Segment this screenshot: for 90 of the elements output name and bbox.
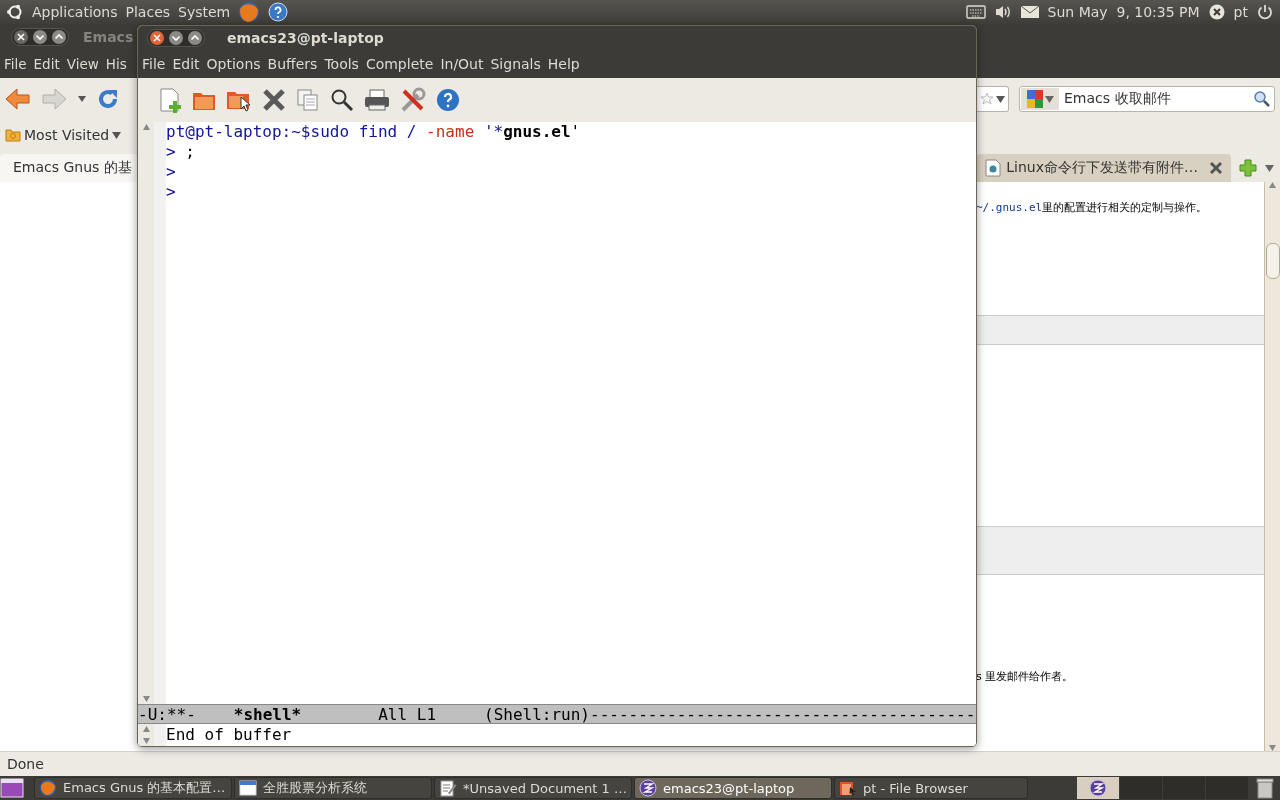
shell-line: > ; (166, 142, 196, 162)
google-logo-icon[interactable] (1026, 90, 1043, 108)
emacs-icon (639, 779, 657, 797)
scroll-down-icon[interactable] (142, 738, 150, 744)
new-file-icon[interactable] (158, 87, 182, 113)
status-icon[interactable] (1207, 3, 1226, 21)
window-buttons-icon[interactable] (11, 28, 69, 46)
scroll-up-icon[interactable] (142, 726, 150, 732)
window-icon (239, 780, 257, 796)
trash-icon[interactable] (1254, 777, 1276, 799)
menu-item[interactable]: Complete (365, 56, 434, 72)
star-icon[interactable] (981, 92, 993, 106)
clock[interactable]: Sun May 9, 10:35 PM (1047, 4, 1200, 20)
menu-item[interactable]: His (105, 56, 127, 72)
reload-icon[interactable] (97, 88, 119, 110)
close-icon[interactable] (1209, 161, 1223, 175)
browser-tab[interactable]: Linux命令行下发送带有附件… (977, 154, 1231, 182)
new-tab-plus-icon[interactable] (1239, 159, 1257, 177)
taskbar-item[interactable]: emacs23@pt-laptop (634, 777, 832, 799)
position-label: All L1 (378, 705, 437, 723)
taskbar-item[interactable]: pt - File Browser (834, 777, 1028, 799)
folder-icon (839, 779, 857, 797)
folder-icon (5, 128, 21, 142)
keyboard-icon[interactable] (965, 5, 986, 19)
buffer-status-label: -U:**- (138, 705, 196, 723)
browser-tab[interactable]: Emacs Gnus 的基 (0, 154, 137, 182)
scroll-down-icon[interactable] (142, 696, 150, 702)
panel-menu[interactable]: System (178, 4, 231, 20)
menu-item[interactable]: Tools (324, 56, 359, 72)
taskbar-item[interactable]: 全胜股票分析系统 (234, 777, 432, 799)
page-icon (985, 159, 1002, 177)
dropdown-caret-icon[interactable] (1044, 95, 1054, 103)
emacs-icon (1089, 779, 1107, 797)
window-title: Emacs (83, 29, 134, 45)
status-text: Done (7, 756, 44, 772)
paragraph: ~/.gnus.el里的配置进行相关的定制与操作。 (976, 200, 1209, 214)
scroll-up-icon[interactable] (142, 124, 150, 130)
scroll-down-icon[interactable] (1269, 745, 1276, 751)
ubuntu-logo-icon[interactable] (6, 3, 24, 21)
buffer-name-label: *shell* (233, 705, 302, 723)
scrollbar[interactable] (1264, 182, 1280, 751)
workspace-switcher[interactable] (1077, 777, 1248, 799)
menu-item[interactable]: Edit (172, 56, 200, 72)
scrollbar-thumb[interactable] (1266, 243, 1280, 279)
shell-line: > (166, 182, 177, 202)
tools-icon[interactable] (400, 87, 426, 113)
taskbar-item[interactable]: Emacs Gnus 的基本配置… (34, 777, 232, 799)
echo-area-message: End of buffer (166, 724, 292, 746)
menu-item[interactable]: Help (547, 56, 580, 72)
bookmark-folder[interactable]: Most Visited (5, 127, 122, 143)
menu-item[interactable]: View (66, 56, 99, 72)
help-icon[interactable] (436, 88, 460, 112)
panel-menu[interactable]: Applications (32, 4, 118, 20)
dropdown-caret-icon[interactable] (996, 95, 1005, 103)
taskbar-item[interactable]: *Unsaved Document 1 … (434, 777, 632, 799)
scrollbar[interactable] (138, 724, 154, 746)
dropdown-caret-icon[interactable] (1265, 164, 1274, 172)
shell-line: pt@pt-laptop:~$sudo find / -name '*gnus.el' (166, 122, 582, 142)
paragraph: s 里发邮件给作者。 (976, 669, 1075, 683)
close-icon[interactable] (262, 88, 286, 112)
user-name[interactable]: pt (1233, 4, 1248, 20)
search-icon[interactable] (1253, 90, 1271, 108)
menu-item[interactable]: File (142, 56, 166, 72)
scrollbar[interactable] (138, 122, 154, 704)
search-input[interactable]: Emacs 收取邮件 (1060, 91, 1253, 107)
menu-item[interactable]: File (4, 56, 27, 72)
power-icon[interactable] (1256, 3, 1274, 21)
help-icon[interactable] (268, 2, 289, 22)
window-buttons-icon[interactable] (147, 29, 205, 47)
menu-item[interactable]: Buffers (267, 56, 318, 72)
dropdown-caret-icon[interactable] (77, 95, 87, 103)
mail-icon[interactable] (1019, 5, 1040, 19)
menu-item[interactable]: Signals (490, 56, 541, 72)
volume-icon[interactable] (993, 4, 1012, 20)
menu-item[interactable]: Edit (33, 56, 60, 72)
url-field-end[interactable] (977, 86, 1009, 112)
window-title: emacs23@pt-laptop (227, 30, 384, 46)
mode-name-label: (Shell:run)---------------------------------------- (484, 705, 976, 723)
menu-item[interactable]: Options (206, 56, 261, 72)
back-arrow-icon[interactable] (5, 88, 31, 110)
text-editor-icon (439, 779, 457, 797)
search-bar[interactable]: Emacs 收取邮件 (1019, 86, 1275, 112)
menu-item[interactable]: In/Out (440, 56, 484, 72)
printer-icon[interactable] (364, 88, 390, 112)
search-icon[interactable] (330, 88, 354, 112)
panel-menu[interactable]: Places (125, 4, 171, 20)
shell-line: > (166, 162, 177, 182)
show-desktop-icon[interactable] (0, 777, 24, 799)
dropdown-caret-icon (112, 131, 122, 139)
scroll-up-icon[interactable] (1269, 182, 1276, 188)
